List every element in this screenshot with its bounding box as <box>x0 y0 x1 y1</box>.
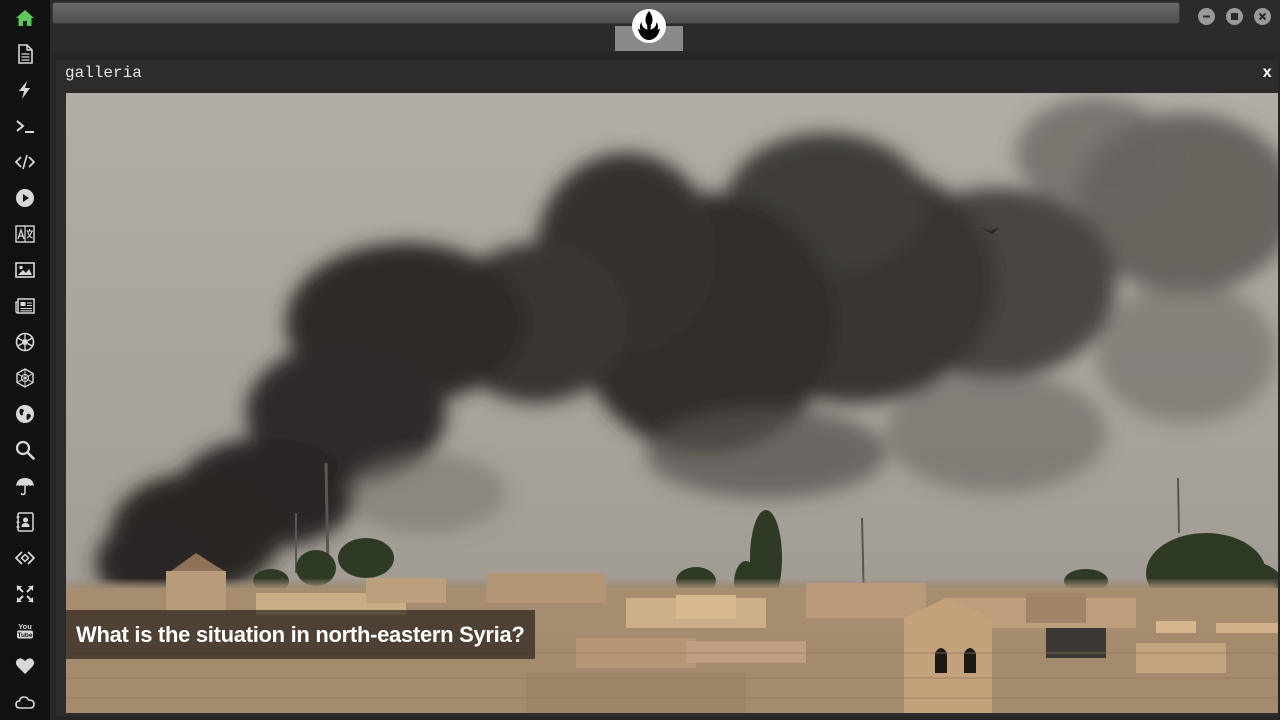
expand-icon[interactable] <box>13 582 37 606</box>
play-icon[interactable] <box>13 186 37 210</box>
umbrella-icon[interactable] <box>13 474 37 498</box>
translate-icon[interactable] <box>13 222 37 246</box>
hexagon-icon[interactable] <box>13 366 37 390</box>
document-icon[interactable] <box>13 42 37 66</box>
home-icon[interactable] <box>13 6 37 30</box>
contacts-icon[interactable] <box>13 510 37 534</box>
terminal-icon[interactable] <box>13 114 37 138</box>
image-icon[interactable] <box>13 258 37 282</box>
heart-icon[interactable] <box>13 654 37 678</box>
minimize-icon[interactable] <box>1198 8 1215 25</box>
panel-close-button[interactable]: x <box>1262 64 1272 82</box>
code-icon[interactable] <box>13 150 37 174</box>
embed-icon[interactable] <box>13 546 37 570</box>
maximize-icon[interactable] <box>1226 8 1243 25</box>
rebel-alliance-icon <box>632 9 666 43</box>
lightning-icon[interactable] <box>13 78 37 102</box>
title-bar <box>50 0 1280 52</box>
aperture-icon[interactable] <box>13 330 37 354</box>
gallery-image[interactable]: What is the situation in north-eastern S… <box>66 93 1278 713</box>
newspaper-icon[interactable] <box>13 294 37 318</box>
panel-header: galleria x <box>56 60 1278 93</box>
search-icon[interactable] <box>13 438 37 462</box>
svg-text:Tube: Tube <box>17 632 32 639</box>
svg-text:You: You <box>18 622 32 631</box>
galleria-panel: galleria x What is the situation in nort… <box>56 60 1278 716</box>
close-icon[interactable] <box>1254 8 1271 25</box>
sidebar: You Tube <box>0 0 51 720</box>
globe-icon[interactable] <box>13 402 37 426</box>
panel-title: galleria <box>65 64 142 82</box>
youtube-icon[interactable]: You Tube <box>13 618 37 642</box>
main-area: galleria x What is the situation in nort… <box>50 0 1280 720</box>
active-tab[interactable] <box>615 0 683 51</box>
gallery-caption: What is the situation in north-eastern S… <box>66 610 535 659</box>
cloud-icon[interactable] <box>13 690 37 714</box>
